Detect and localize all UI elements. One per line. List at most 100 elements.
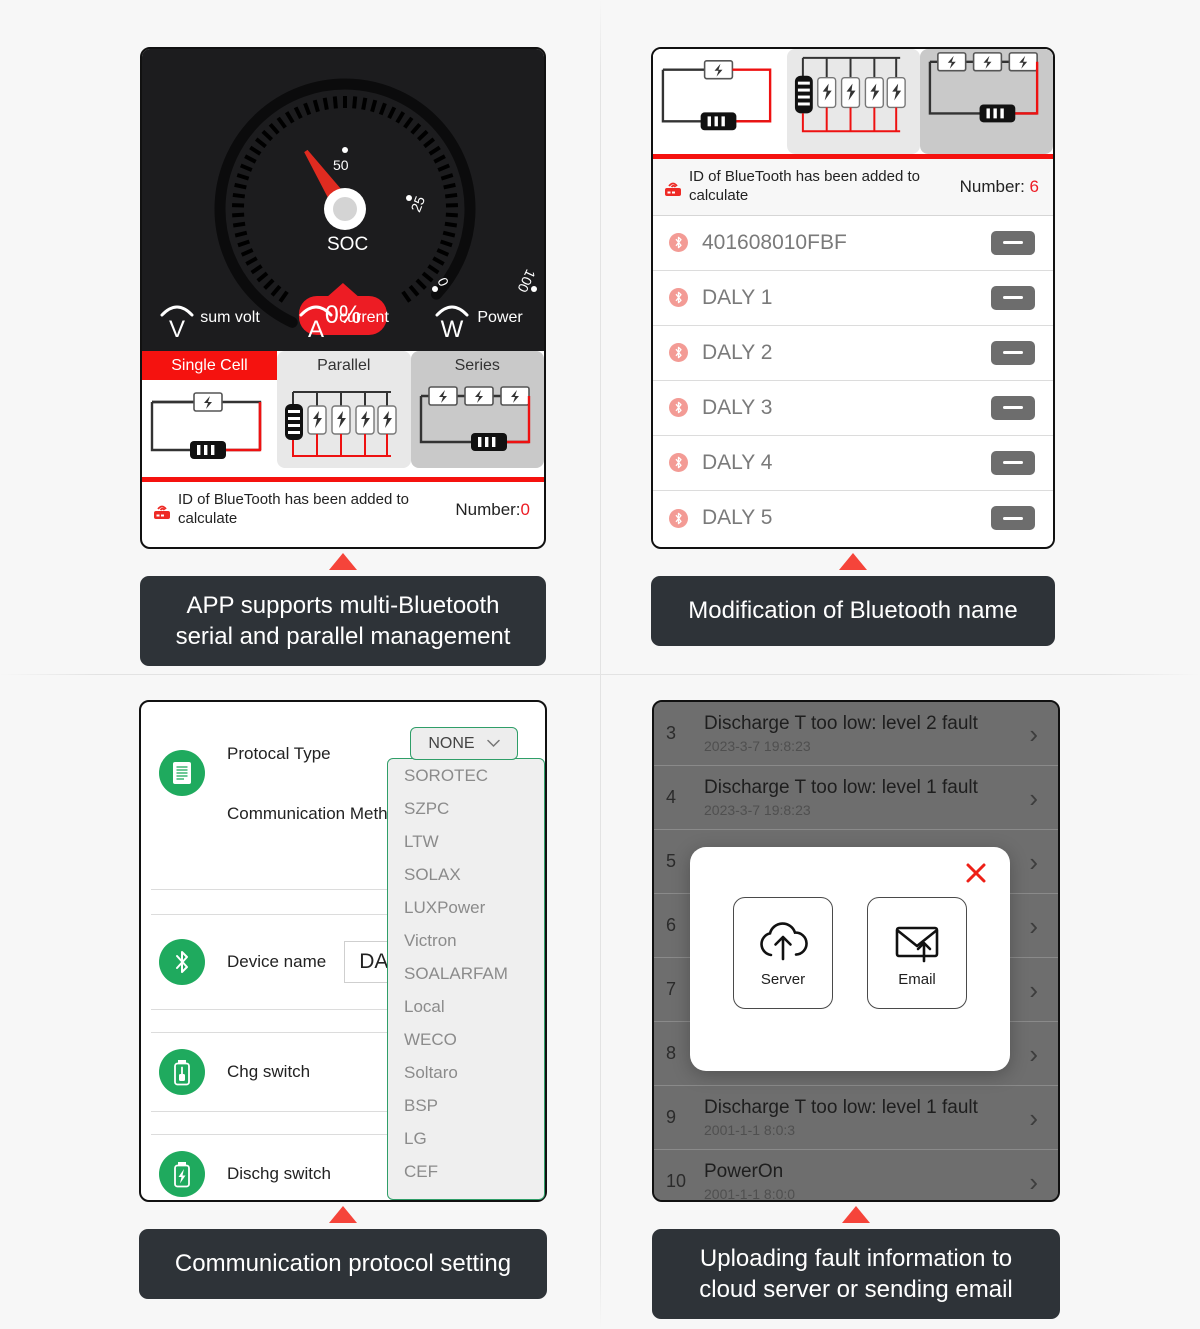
menu-item[interactable]: SOROTEC bbox=[388, 759, 544, 792]
metric-current[interactable]: A current bbox=[276, 297, 410, 341]
router-signal-icon bbox=[154, 505, 170, 519]
soc-gauge-area: 50 25 75 0 100 SOC 0% V sum volt A curre… bbox=[142, 49, 544, 351]
remove-device-button[interactable] bbox=[991, 506, 1035, 530]
caption-bottom-right-line1: Uploading fault information to bbox=[699, 1245, 1013, 1272]
diagram-parallel bbox=[277, 380, 411, 468]
number-value-2: 6 bbox=[1029, 176, 1039, 196]
metric-sum-volt[interactable]: V sum volt bbox=[142, 297, 276, 341]
fault-title: Discharge T too low: level 2 fault bbox=[704, 713, 978, 735]
bluetooth-count-bar-2: ID of BlueTooth has been added to calcul… bbox=[653, 159, 1053, 216]
tab-label-single-cell: Single Cell bbox=[142, 351, 277, 380]
chevron-right-icon: › bbox=[1029, 718, 1038, 749]
remove-device-button[interactable] bbox=[991, 395, 1035, 420]
discharge-battery-glyph bbox=[174, 1161, 190, 1187]
menu-item[interactable]: LTW bbox=[388, 825, 544, 858]
device-name: DALY 1 bbox=[702, 285, 773, 309]
table-row[interactable]: 10 PowerOn 2001-1-1 8:0:0 › bbox=[654, 1150, 1058, 1202]
list-item[interactable]: DALY 4 bbox=[653, 435, 1053, 491]
chevron-right-icon: › bbox=[1029, 846, 1038, 877]
protocol-options-dropdown[interactable]: SOROTEC SZPC LTW SOLAX LUXPower Victron … bbox=[387, 758, 545, 1200]
metric-label-power: Power bbox=[477, 309, 523, 326]
bluetooth-count-number-1: Number:0 bbox=[455, 500, 530, 520]
device-name: DALY 2 bbox=[702, 340, 773, 364]
ammeter-icon: A bbox=[299, 305, 333, 341]
dischg-switch-label: Dischg switch bbox=[227, 1164, 331, 1183]
caption-arrow-bottom-right bbox=[842, 1206, 870, 1223]
email-upload-button[interactable]: Email bbox=[867, 897, 967, 1009]
device-name-label: Device name bbox=[227, 952, 327, 971]
caption-top-right-text: Modification of Bluetooth name bbox=[688, 597, 1018, 625]
wattmeter-icon: W bbox=[435, 305, 469, 341]
menu-item[interactable]: WECO bbox=[388, 1023, 544, 1056]
remove-device-button[interactable] bbox=[991, 340, 1035, 365]
caption-bottom-left-text: Communication protocol setting bbox=[174, 1250, 512, 1278]
remove-device-button[interactable] bbox=[991, 285, 1035, 310]
menu-item[interactable]: LG bbox=[388, 1122, 544, 1155]
list-item[interactable]: DALY 2 bbox=[653, 325, 1053, 381]
fault-index: 4 bbox=[666, 787, 677, 807]
strip-diagram-single-cell bbox=[653, 49, 787, 154]
table-row[interactable]: 4 Discharge T too low: level 1 fault 202… bbox=[654, 766, 1058, 830]
fault-index: 10 bbox=[666, 1171, 687, 1191]
caption-top-right: Modification of Bluetooth name bbox=[651, 576, 1055, 646]
server-upload-button[interactable]: Server bbox=[733, 897, 833, 1009]
table-row[interactable]: 3 Discharge T too low: level 2 fault 202… bbox=[654, 702, 1058, 766]
caption-arrow-top-right bbox=[839, 553, 867, 570]
document-glyph bbox=[173, 762, 191, 784]
caption-top-left-line1: APP supports multi-Bluetooth bbox=[186, 592, 500, 619]
connection-mode-strip bbox=[653, 49, 1053, 154]
tab-parallel[interactable]: Parallel bbox=[277, 351, 411, 477]
protocol-type-select[interactable]: NONE bbox=[410, 727, 518, 760]
bluetooth-icon bbox=[669, 343, 688, 362]
strip-parallel[interactable] bbox=[787, 49, 920, 154]
menu-item[interactable]: CEF bbox=[388, 1155, 544, 1188]
device-name: 401608010FBF bbox=[702, 230, 847, 254]
metric-power[interactable]: W Power bbox=[410, 297, 544, 341]
discharge-battery-icon bbox=[159, 1151, 205, 1197]
menu-item[interactable]: Local bbox=[388, 990, 544, 1023]
number-label-1: Number: bbox=[455, 499, 521, 519]
bluetooth-icon bbox=[159, 939, 205, 985]
tab-label-series: Series bbox=[410, 351, 544, 380]
tab-series[interactable]: Series bbox=[410, 351, 544, 477]
list-item[interactable]: DALY 1 bbox=[653, 270, 1053, 326]
table-row[interactable]: 9 Discharge T too low: level 1 fault 200… bbox=[654, 1086, 1058, 1150]
menu-item[interactable]: SOALARFAM bbox=[388, 957, 544, 990]
menu-item[interactable]: SOLAX bbox=[388, 858, 544, 891]
menu-item[interactable]: Victron bbox=[388, 924, 544, 957]
gauge-tick-50: 50 bbox=[333, 157, 349, 173]
chevron-right-icon: › bbox=[1029, 1038, 1038, 1069]
bluetooth-count-bar-1: ID of BlueTooth has been added to calcul… bbox=[142, 482, 544, 538]
menu-item[interactable]: Soltaro bbox=[388, 1056, 544, 1089]
menu-item[interactable]: BSP bbox=[388, 1089, 544, 1122]
chevron-right-icon: › bbox=[1029, 1166, 1038, 1197]
caption-arrow-top-left bbox=[329, 553, 357, 570]
tab-label-parallel: Parallel bbox=[277, 351, 411, 380]
close-icon[interactable] bbox=[964, 861, 988, 885]
device-name: DALY 3 bbox=[702, 395, 773, 419]
svg-text:A: A bbox=[308, 316, 324, 341]
strip-series[interactable] bbox=[920, 49, 1053, 154]
list-item[interactable]: DALY 5 bbox=[653, 490, 1053, 546]
list-item[interactable]: 401608010FBF bbox=[653, 215, 1053, 271]
caption-bottom-left: Communication protocol setting bbox=[139, 1229, 547, 1299]
bluetooth-count-text-2: ID of BlueTooth has been added to calcul… bbox=[689, 168, 921, 204]
single-cell-diagram-svg bbox=[150, 392, 262, 459]
chg-switch-label: Chg switch bbox=[227, 1062, 311, 1081]
svg-text:V: V bbox=[169, 316, 185, 341]
list-item[interactable]: DALY 3 bbox=[653, 380, 1053, 436]
bluetooth-glyph bbox=[176, 951, 188, 973]
gauge-tick-75: 75 bbox=[540, 193, 546, 215]
bluetooth-count-text-1: ID of BlueTooth has been added to calcul… bbox=[178, 491, 410, 527]
menu-item[interactable]: LUXPower bbox=[388, 891, 544, 924]
remove-device-button[interactable] bbox=[991, 450, 1035, 475]
caption-arrow-bottom-left bbox=[329, 1206, 357, 1223]
charge-battery-glyph bbox=[174, 1059, 190, 1085]
remove-device-button[interactable] bbox=[991, 230, 1035, 255]
menu-item[interactable]: SZPC bbox=[388, 792, 544, 825]
fault-title: Discharge T too low: level 1 fault bbox=[704, 777, 978, 799]
strip-single-cell[interactable] bbox=[653, 49, 787, 154]
fault-time: 2001-1-1 8:0:0 bbox=[704, 1185, 796, 1202]
tab-single-cell[interactable]: Single Cell bbox=[142, 351, 277, 477]
gauge-dot-50 bbox=[342, 147, 348, 153]
